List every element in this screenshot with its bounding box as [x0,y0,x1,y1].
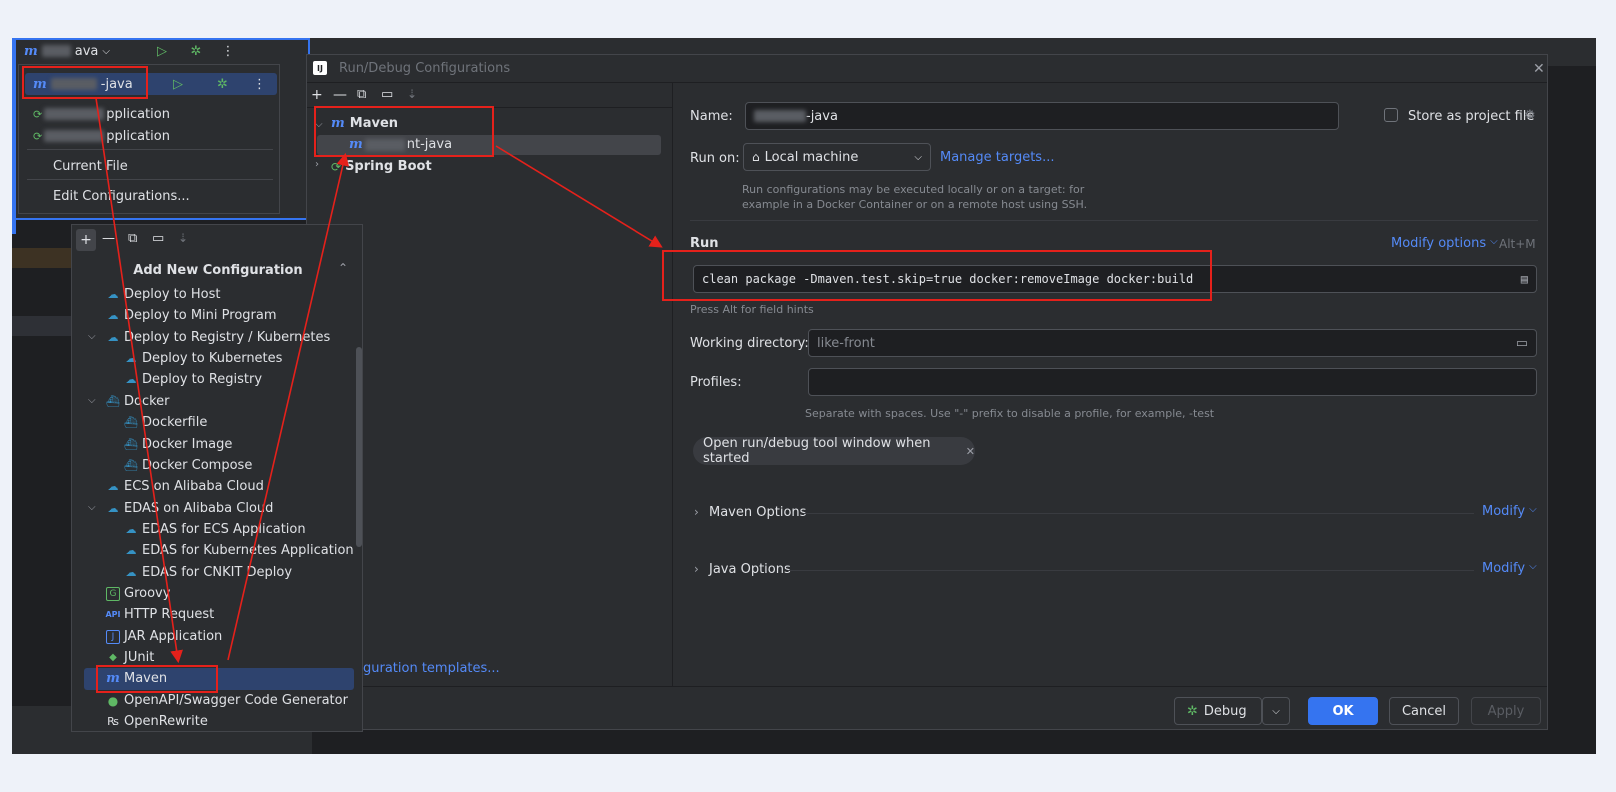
annotation-arrows [95,97,663,664]
annotation-arrow [495,145,663,248]
annotation-arrow [227,152,350,661]
annotation-arrow [95,97,183,664]
